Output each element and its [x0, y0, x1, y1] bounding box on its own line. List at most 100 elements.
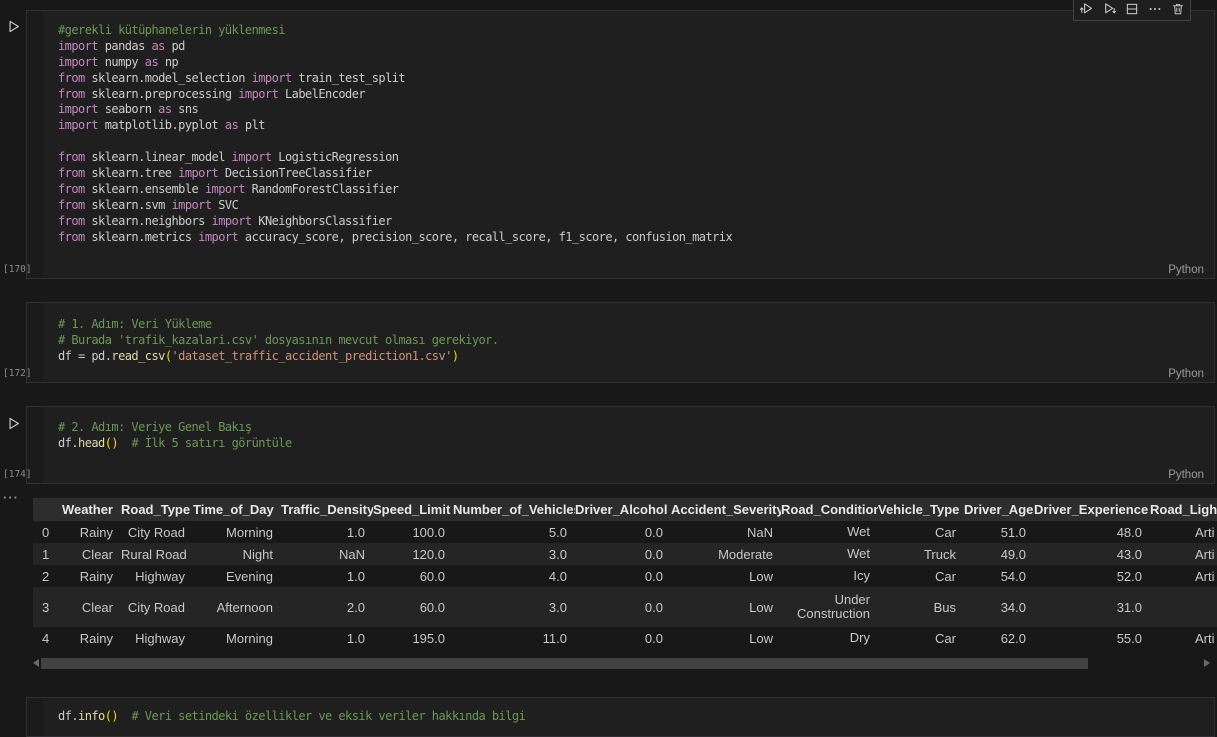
code-content: # 1. Adım: Veri Yükleme# Burada 'trafik_…	[43, 303, 1214, 365]
table-cell: Low	[671, 565, 781, 587]
table-cell: 2	[33, 565, 61, 587]
table-cell: Low	[671, 587, 781, 627]
table-cell: 0.0	[575, 627, 671, 649]
column-header: Driver_Alcohol	[575, 498, 671, 521]
dataframe-table: WeatherRoad_TypeTime_of_DayTraffic_Densi…	[33, 498, 1217, 649]
code-line	[58, 134, 1214, 150]
cell-language-picker[interactable]: Python	[1168, 469, 1204, 481]
dataframe-output: WeatherRoad_TypeTime_of_DayTraffic_Densi…	[33, 498, 1217, 654]
scroll-left-button[interactable]	[33, 659, 39, 667]
column-header: Driver_Age	[964, 498, 1034, 521]
execute-cell-and-below-button[interactable]	[1099, 0, 1120, 18]
code-content: # 2. Adım: Veriye Genel Bakışdf.head() #…	[43, 407, 1214, 452]
table-cell: 0.0	[575, 543, 671, 565]
column-header: Number_of_Vehicles	[453, 498, 575, 521]
code-line: # 2. Adım: Veriye Genel Bakış	[58, 420, 1214, 436]
execute-above-cells-button[interactable]	[1076, 0, 1097, 18]
split-cell-icon	[1125, 2, 1139, 16]
table-cell: Rainy	[61, 627, 121, 649]
table-row: 2RainyHighwayEvening1.060.04.00.0LowIcyC…	[33, 565, 1217, 587]
table-cell: Arti	[1150, 627, 1217, 649]
run-cell-button[interactable]	[7, 416, 21, 431]
table-cell: Clear	[61, 587, 121, 627]
table-cell: 51.0	[964, 521, 1034, 543]
table-cell: Moderate	[671, 543, 781, 565]
delete-cell-button[interactable]	[1168, 0, 1189, 18]
table-cell: 49.0	[964, 543, 1034, 565]
column-header: Speed_Limit	[373, 498, 453, 521]
table-cell: NaN	[671, 521, 781, 543]
table-cell: Icy	[781, 565, 878, 587]
code-cell-info[interactable]: df.info() # Veri setindeki özellikler ve…	[26, 697, 1215, 737]
table-cell: 60.0	[373, 565, 453, 587]
table-cell: 3.0	[453, 587, 575, 627]
table-cell	[1150, 587, 1217, 627]
table-cell: 0.0	[575, 565, 671, 587]
column-header	[33, 498, 61, 521]
scroll-right-button[interactable]	[1204, 659, 1210, 667]
more-actions-button[interactable]	[1145, 0, 1166, 18]
table-cell: 11.0	[453, 627, 575, 649]
table-header-row: WeatherRoad_TypeTime_of_DayTraffic_Densi…	[33, 498, 1217, 521]
table-cell: Highway	[121, 627, 193, 649]
table-cell: 0	[33, 521, 61, 543]
horizontal-scrollbar[interactable]	[33, 657, 1210, 669]
column-header: Driver_Experience	[1034, 498, 1150, 521]
table-cell: Rainy	[61, 521, 121, 543]
table-cell: Night	[193, 543, 281, 565]
code-line: df.info() # Veri setindeki özellikler ve…	[58, 709, 1214, 725]
code-line: from sklearn.linear_model import Logisti…	[58, 150, 1214, 166]
table-cell: Low	[671, 627, 781, 649]
table-cell: Wet	[781, 543, 878, 565]
code-cell-imports[interactable]: #gerekli kütüphanelerin yüklenmesiimport…	[26, 10, 1215, 279]
code-line: from sklearn.model_selection import trai…	[58, 71, 1214, 87]
code-line: import matplotlib.pyplot as plt	[58, 118, 1214, 134]
table-cell: 0.0	[575, 587, 671, 627]
table-cell: City Road	[121, 521, 193, 543]
table-cell: Under Construction	[781, 587, 878, 627]
split-cell-button[interactable]	[1122, 0, 1143, 18]
table-cell: 1.0	[281, 565, 373, 587]
table-cell: Truck	[878, 543, 964, 565]
code-line: import pandas as pd	[58, 39, 1214, 55]
table-cell: 4	[33, 627, 61, 649]
column-header: Vehicle_Type	[878, 498, 964, 521]
table-row: 3ClearCity RoadAfternoon2.060.03.00.0Low…	[33, 587, 1217, 627]
table-cell: Afternoon	[193, 587, 281, 627]
cell-editor[interactable]: # 1. Adım: Veri Yükleme# Burada 'trafik_…	[43, 303, 1214, 382]
table-cell: Rainy	[61, 565, 121, 587]
table-cell: 55.0	[1034, 627, 1150, 649]
cell-language-picker[interactable]: Python	[1168, 264, 1204, 276]
ellipsis-icon	[1148, 2, 1162, 16]
cell-editor[interactable]: df.info() # Veri setindeki özellikler ve…	[43, 698, 1214, 736]
table-cell: Bus	[878, 587, 964, 627]
code-line: #gerekli kütüphanelerin yüklenmesi	[58, 23, 1214, 39]
trash-icon	[1171, 2, 1185, 16]
table-cell: 0.0	[575, 521, 671, 543]
table-cell: Arti	[1150, 543, 1217, 565]
play-arrow-down-icon	[1102, 1, 1117, 16]
table-cell: Morning	[193, 627, 281, 649]
run-cell-button[interactable]	[7, 19, 21, 34]
code-cell-load-data[interactable]: # 1. Adım: Veri Yükleme# Burada 'trafik_…	[26, 302, 1215, 383]
scrollbar-track[interactable]	[41, 658, 1202, 669]
cell-editor[interactable]: # 2. Adım: Veriye Genel Bakışdf.head() #…	[43, 407, 1214, 483]
code-line: from sklearn.preprocessing import LabelE…	[58, 87, 1214, 103]
output-more-actions[interactable]: ···	[3, 490, 19, 505]
ellipsis-icon: ···	[3, 490, 19, 505]
cell-language-picker[interactable]: Python	[1168, 368, 1204, 380]
code-cell-head[interactable]: # 2. Adım: Veriye Genel Bakışdf.head() #…	[26, 406, 1215, 484]
code-line: from sklearn.tree import DecisionTreeCla…	[58, 166, 1214, 182]
table-cell: 31.0	[1034, 587, 1150, 627]
table-cell: Car	[878, 565, 964, 587]
table-cell: Car	[878, 521, 964, 543]
table-cell: Dry	[781, 627, 878, 649]
table-cell: 43.0	[1034, 543, 1150, 565]
scrollbar-thumb[interactable]	[41, 658, 1088, 669]
code-line: from sklearn.metrics import accuracy_sco…	[58, 230, 1214, 246]
table-cell: Clear	[61, 543, 121, 565]
code-line: # Burada 'trafik_kazalari.csv' dosyasını…	[58, 333, 1214, 349]
column-header: Road_Light_	[1150, 498, 1217, 521]
cell-editor[interactable]: #gerekli kütüphanelerin yüklenmesiimport…	[43, 11, 1214, 278]
table-cell: 2.0	[281, 587, 373, 627]
